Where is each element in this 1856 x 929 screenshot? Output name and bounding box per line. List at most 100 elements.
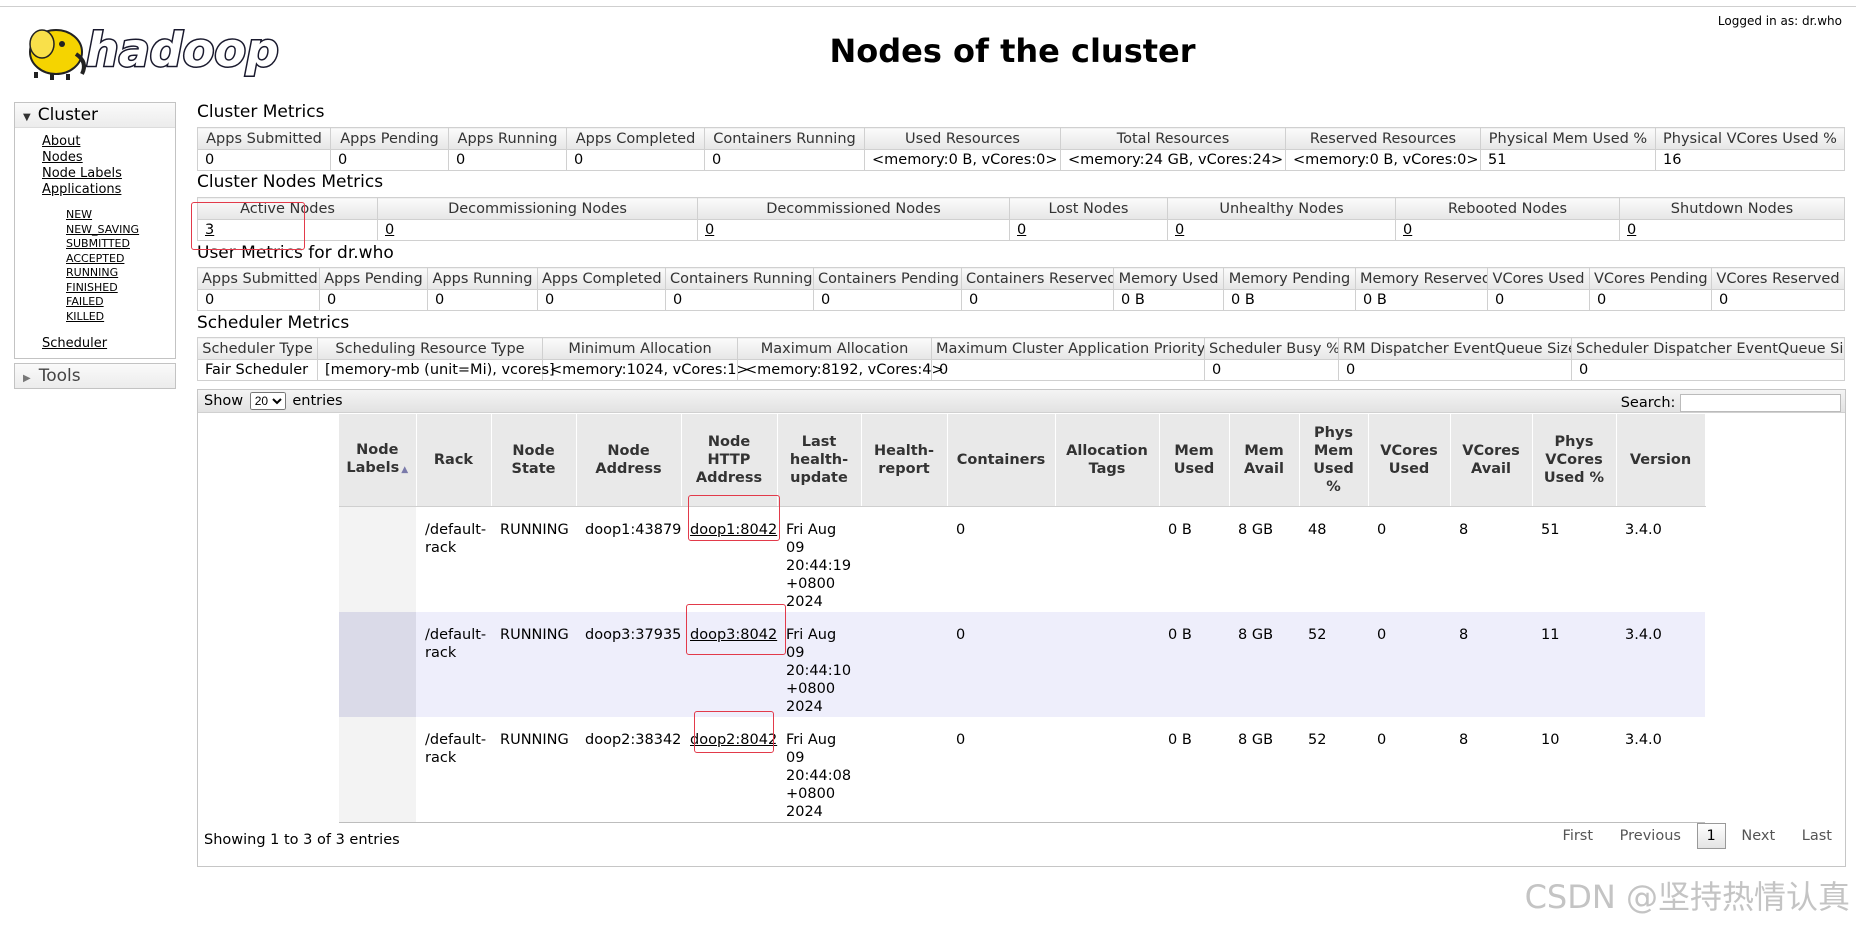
col-header-health-report[interactable]: Health-report (861, 414, 948, 507)
cell-health-update: Fri Aug 09 20:44:10 +0800 2024 (777, 612, 861, 717)
col-header[interactable]: Reserved Resources (1285, 127, 1481, 150)
col-header-mem-avail[interactable]: Mem Avail (1229, 414, 1300, 507)
col-header[interactable]: Rebooted Nodes (1395, 197, 1620, 220)
metric-value: 0 (1589, 289, 1712, 311)
shutdown-nodes-link[interactable]: 0 (1627, 222, 1636, 238)
col-header[interactable]: Containers Running (704, 127, 865, 150)
app-state-new[interactable]: NEW (66, 208, 175, 223)
metric-value: Fair Scheduler (197, 359, 318, 381)
pager-next[interactable]: Next (1730, 824, 1786, 848)
col-header-vcores-used[interactable]: VCores Used (1368, 414, 1451, 507)
col-header[interactable]: Apps Pending (319, 267, 428, 290)
pager-previous[interactable]: Previous (1609, 824, 1692, 848)
app-state-submitted[interactable]: SUBMITTED (66, 237, 175, 252)
col-header[interactable]: Used Resources (864, 127, 1061, 150)
col-header[interactable]: Lost Nodes (1009, 197, 1168, 220)
col-header[interactable]: Minimum Allocation (542, 337, 738, 360)
col-header[interactable]: Apps Pending (330, 127, 449, 150)
col-header[interactable]: Scheduler Type (197, 337, 318, 360)
cell-phys-mem: 48 (1299, 506, 1368, 612)
cell-containers: 0 (947, 612, 1055, 717)
col-header[interactable]: VCores Pending (1589, 267, 1712, 290)
col-header[interactable]: Shutdown Nodes (1619, 197, 1845, 220)
col-header[interactable]: Memory Reserved (1355, 267, 1488, 290)
pager-first[interactable]: First (1552, 824, 1605, 848)
col-header[interactable]: Maximum Cluster Application Priority (931, 337, 1205, 360)
cell-health-update: Fri Aug 09 20:44:19 +0800 2024 (777, 506, 861, 612)
col-header[interactable]: Scheduler Dispatcher EventQueue Size (1571, 337, 1845, 360)
app-state-failed[interactable]: FAILED (66, 295, 175, 310)
col-header[interactable]: Total Resources (1060, 127, 1286, 150)
unhealthy-nodes-link[interactable]: 0 (1175, 222, 1184, 238)
col-header[interactable]: Apps Submitted (197, 127, 331, 150)
cluster-toggle[interactable]: ▼ Cluster (15, 103, 175, 128)
cluster-nodes-values: 3 0 0 0 0 0 0 (197, 219, 1845, 241)
decommissioning-nodes-link[interactable]: 0 (385, 222, 394, 238)
sidebar-link-about[interactable]: About (42, 134, 175, 150)
search-input[interactable] (1680, 394, 1841, 412)
sort-asc-icon: ▲ (401, 465, 409, 475)
col-header[interactable]: Containers Reserved (961, 267, 1114, 290)
col-header[interactable]: Physical Mem Used % (1480, 127, 1656, 150)
pager-current-page[interactable]: 1 (1696, 823, 1726, 849)
col-header-mem-used[interactable]: Mem Used (1159, 414, 1230, 507)
col-header-last-health-update[interactable]: Last health-update (777, 414, 862, 507)
app-state-running[interactable]: RUNNING (66, 266, 175, 281)
col-header[interactable]: Containers Pending (813, 267, 962, 290)
col-header[interactable]: Memory Pending (1223, 267, 1356, 290)
metric-value: 0 (537, 289, 666, 311)
page-title: Nodes of the cluster (829, 32, 1196, 70)
col-header[interactable]: Apps Running (427, 267, 538, 290)
rebooted-nodes-link[interactable]: 0 (1403, 222, 1412, 238)
col-header-rack[interactable]: Rack (416, 414, 492, 507)
decommissioned-nodes-link[interactable]: 0 (705, 222, 714, 238)
pager-last[interactable]: Last (1791, 824, 1843, 848)
col-header[interactable]: Unhealthy Nodes (1167, 197, 1396, 220)
col-header-node-address[interactable]: Node Address (576, 414, 682, 507)
app-state-killed[interactable]: KILLED (66, 310, 175, 325)
col-header[interactable]: VCores Reserved (1711, 267, 1845, 290)
col-header[interactable]: Maximum Allocation (737, 337, 932, 360)
metric-value: <memory:8192, vCores:4> (737, 359, 944, 381)
col-header[interactable]: Scheduling Resource Type (317, 337, 543, 360)
col-header[interactable]: Apps Completed (537, 267, 666, 290)
col-header-node-labels[interactable]: Node Labels ▲ (339, 414, 417, 507)
col-header-containers[interactable]: Containers (947, 414, 1056, 507)
col-header[interactable]: Apps Running (448, 127, 567, 150)
col-header[interactable]: Apps Submitted (197, 267, 320, 290)
col-header[interactable]: Physical VCores Used % (1655, 127, 1845, 150)
metric-value: 0 (961, 289, 1114, 311)
cell-vcores-avail: 8 (1450, 612, 1532, 717)
sidebar-link-node-labels[interactable]: Node Labels (42, 166, 175, 182)
col-header-phys-vcores-used[interactable]: Phys VCores Used % (1532, 414, 1617, 507)
metric-value: 0 B (1355, 289, 1488, 311)
col-header[interactable]: Memory Used (1113, 267, 1224, 290)
tools-toggle[interactable]: ▶ Tools (14, 363, 176, 389)
col-header[interactable]: Containers Running (665, 267, 814, 290)
col-header-node-state[interactable]: Node State (491, 414, 577, 507)
app-state-finished[interactable]: FINISHED (66, 281, 175, 296)
col-header-phys-mem-used[interactable]: Phys Mem Used % (1299, 414, 1369, 507)
lost-nodes-link[interactable]: 0 (1017, 222, 1026, 238)
col-header-vcores-avail[interactable]: VCores Avail (1450, 414, 1533, 507)
col-header[interactable]: Scheduler Busy % (1204, 337, 1339, 360)
col-header-version[interactable]: Version (1616, 414, 1706, 507)
col-header[interactable]: Decommissioned Nodes (697, 197, 1010, 220)
app-state-accepted[interactable]: ACCEPTED (66, 252, 175, 267)
col-header[interactable]: Apps Completed (566, 127, 705, 150)
col-header-node-http-address[interactable]: Node HTTP Address (681, 414, 778, 507)
col-header[interactable]: VCores Used (1487, 267, 1590, 290)
sidebar-link-applications[interactable]: Applications (42, 182, 175, 198)
metric-value: <memory:0 B, vCores:0> (1285, 149, 1481, 171)
metric-value: 0 (1571, 359, 1845, 381)
app-state-new-saving[interactable]: NEW_SAVING (66, 223, 175, 238)
cluster-nodes-metrics-table: Active Nodes Decommissioning Nodes Decom… (197, 197, 1845, 241)
cell-health-report (861, 717, 947, 823)
sidebar-link-scheduler[interactable]: Scheduler (42, 336, 175, 352)
col-header[interactable]: RM Dispatcher EventQueue Size (1338, 337, 1572, 360)
col-header[interactable]: Decommissioning Nodes (377, 197, 698, 220)
metric-value: 0 (813, 289, 962, 311)
sidebar-link-nodes[interactable]: Nodes (42, 150, 175, 166)
col-header-allocation-tags[interactable]: Allocation Tags (1055, 414, 1160, 507)
page-size-select[interactable]: 20 (249, 392, 286, 410)
